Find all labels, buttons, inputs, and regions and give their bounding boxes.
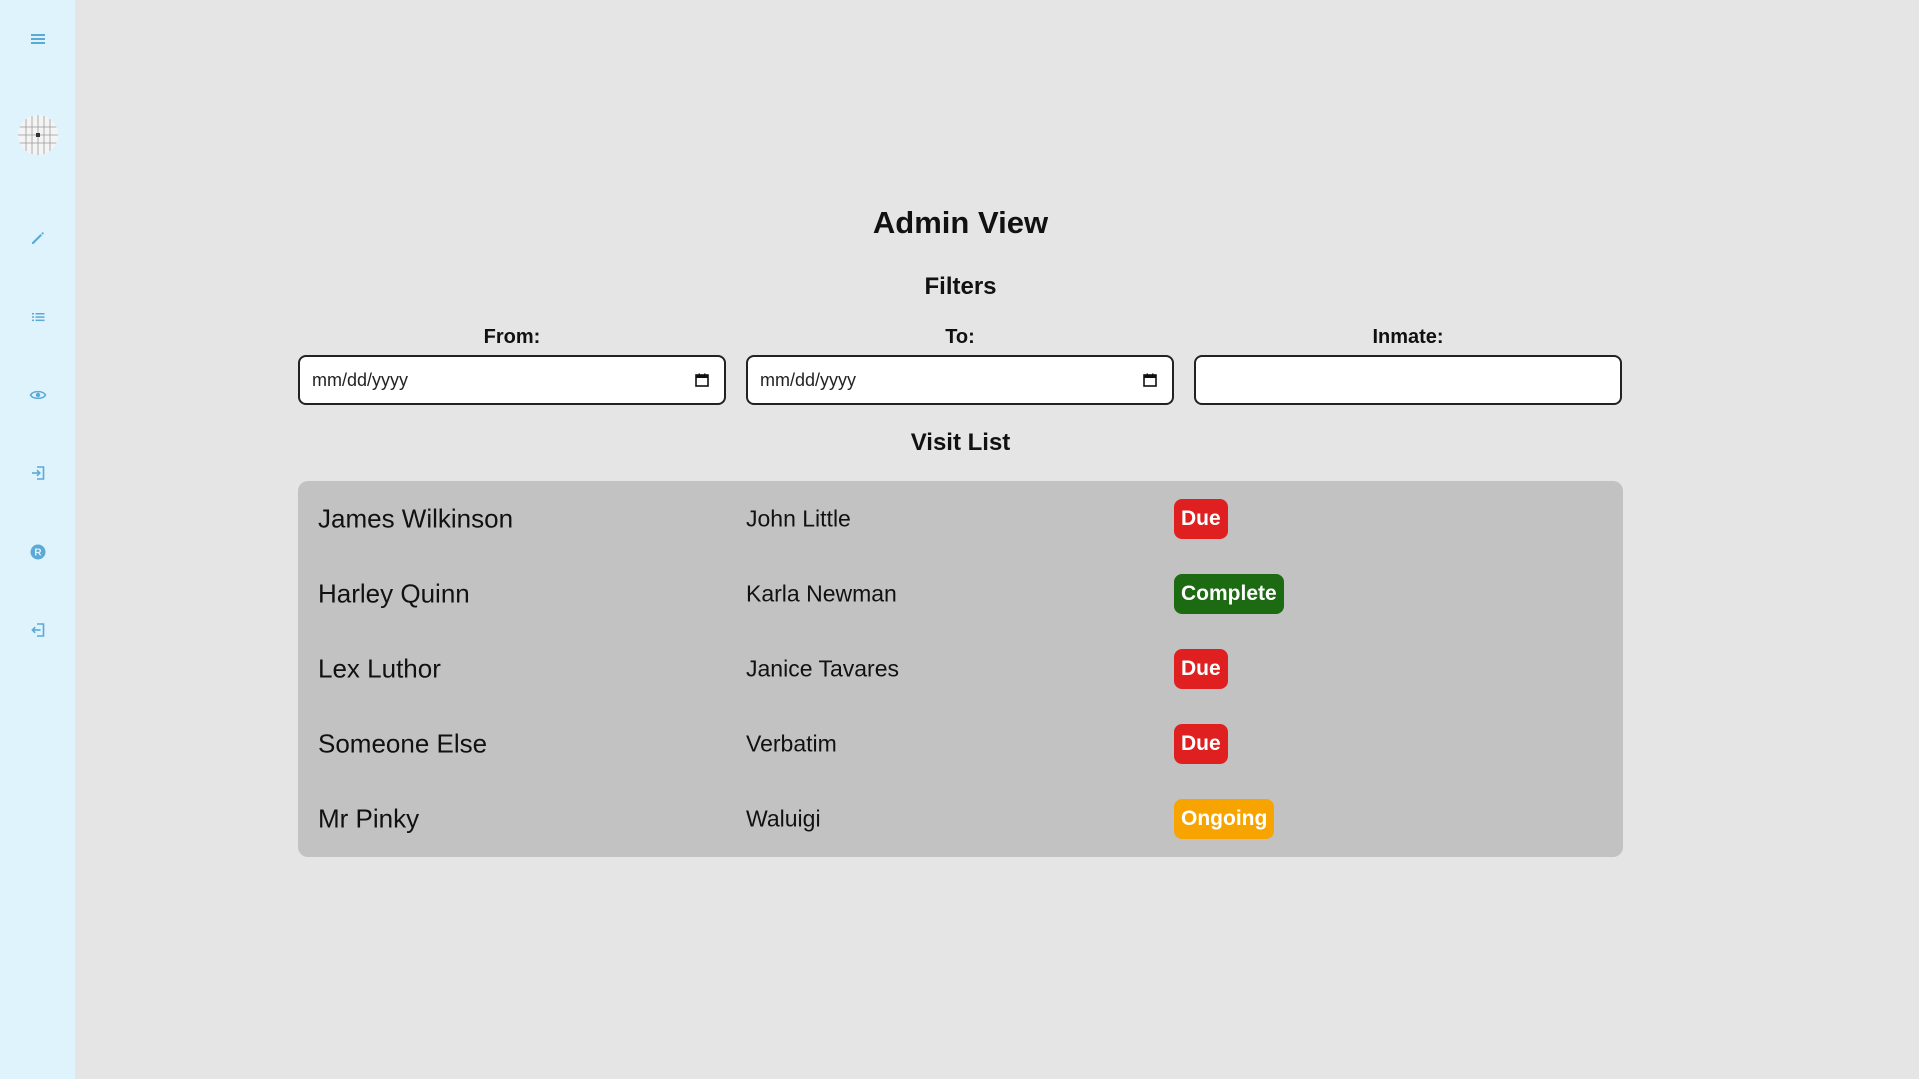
visitor-name: Janice Tavares [746, 655, 899, 682]
visitor-name: Karla Newman [746, 580, 897, 607]
sign-out-icon [30, 623, 44, 637]
list-icon [31, 313, 44, 322]
sidebar-item-view[interactable] [0, 375, 75, 415]
inmate-label: Inmate: [1372, 326, 1444, 348]
eye-icon [29, 390, 46, 400]
visit-list: James Wilkinson John Little Due Harley Q… [298, 481, 1623, 857]
filters-title: Filters [924, 273, 997, 300]
visitor-name: Waluigi [746, 805, 821, 832]
svg-text:R: R [34, 548, 42, 559]
sidebar: R [0, 0, 75, 1079]
menu-button[interactable] [0, 19, 75, 59]
calendar-icon[interactable] [1142, 372, 1158, 388]
menu-icon [30, 34, 45, 44]
inmate-name: Mr Pinky [318, 803, 420, 834]
status-badge: Complete [1174, 574, 1284, 614]
visit-list-title: Visit List [910, 429, 1011, 456]
sidebar-item-register[interactable]: R [0, 532, 75, 572]
sidebar-item-sign-in[interactable] [0, 453, 75, 493]
visit-row[interactable]: Harley Quinn Karla Newman Complete [298, 564, 1623, 624]
inmate-filter: Inmate: [1194, 326, 1622, 405]
sidebar-item-sign-out[interactable] [0, 610, 75, 650]
visitor-name: John Little [746, 505, 851, 532]
from-label: From: [483, 326, 541, 348]
calendar-icon[interactable] [694, 372, 710, 388]
visit-row[interactable]: Someone Else Verbatim Due [298, 714, 1623, 774]
sign-in-icon [31, 466, 44, 480]
visitor-name: Verbatim [746, 730, 837, 757]
avatar[interactable] [18, 115, 58, 155]
inmate-name: James Wilkinson [318, 503, 514, 534]
sidebar-item-edit[interactable] [0, 218, 75, 258]
from-filter: From: mm/dd/yyyy [298, 326, 726, 405]
inmate-name: Someone Else [318, 728, 488, 759]
visit-row[interactable]: Lex Luthor Janice Tavares Due [298, 639, 1623, 699]
status-badge: Due [1174, 649, 1228, 689]
sidebar-item-list[interactable] [0, 297, 75, 337]
to-date-placeholder: mm/dd/yyyy [760, 369, 857, 390]
visit-row[interactable]: Mr Pinky Waluigi Ongoing [298, 789, 1623, 849]
to-filter: To: mm/dd/yyyy [746, 326, 1174, 405]
to-label: To: [945, 326, 975, 348]
visit-row[interactable]: James Wilkinson John Little Due [298, 489, 1623, 549]
from-date-input[interactable]: mm/dd/yyyy [298, 355, 726, 405]
registered-icon: R [30, 544, 45, 560]
status-badge: Due [1174, 724, 1228, 764]
avatar-image [18, 115, 58, 155]
inmate-name: Harley Quinn [318, 578, 470, 609]
status-badge: Due [1174, 499, 1228, 539]
from-date-placeholder: mm/dd/yyyy [312, 369, 409, 390]
status-badge: Ongoing [1174, 799, 1275, 839]
to-date-input[interactable]: mm/dd/yyyy [746, 355, 1174, 405]
inmate-input-wrapper [1194, 355, 1622, 405]
pencil-icon [31, 232, 44, 244]
inmate-name: Lex Luthor [318, 653, 441, 684]
page-title: Admin View [872, 205, 1049, 240]
inmate-input[interactable] [1208, 368, 1606, 392]
